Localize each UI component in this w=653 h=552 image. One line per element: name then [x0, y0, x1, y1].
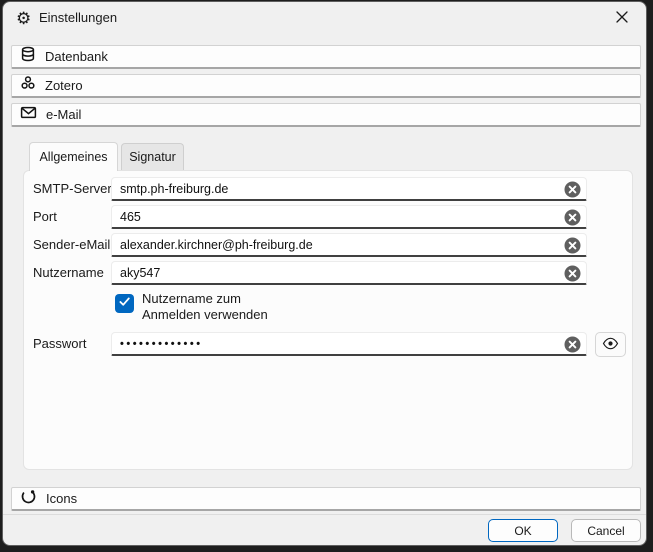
smtp-server-value: smtp.ph-freiburg.de: [120, 182, 228, 196]
gear-icon: ⚙: [16, 8, 31, 30]
title-bar[interactable]: ⚙ Einstellungen: [3, 2, 646, 38]
eye-icon: [602, 337, 619, 353]
dialog-title: Einstellungen: [39, 10, 117, 25]
passwort-input[interactable]: •••••••••••••: [111, 332, 587, 356]
section-header-datenbank[interactable]: Datenbank: [11, 45, 641, 69]
zotero-icon: [20, 75, 36, 96]
section-label: Zotero: [45, 78, 83, 93]
refresh-icon: [20, 488, 37, 510]
section-label: Icons: [46, 491, 77, 506]
screen: ⚙ Einstellungen Datenbank: [0, 0, 653, 552]
sender-email-value: alexander.kirchner@ph-freiburg.de: [120, 238, 313, 252]
show-password-button[interactable]: [595, 332, 626, 357]
close-icon: [615, 10, 629, 27]
use-username-checkbox-label: Nutzername zum Anmelden verwenden: [142, 291, 284, 323]
section-header-email[interactable]: e-Mail: [11, 103, 641, 127]
mail-icon: [20, 105, 37, 125]
nutzername-input[interactable]: aky547: [111, 261, 587, 285]
section-label: Datenbank: [45, 49, 108, 64]
section-header-zotero[interactable]: Zotero: [11, 74, 641, 98]
section-label: e-Mail: [46, 107, 81, 122]
footer-divider: [3, 514, 646, 515]
cancel-button[interactable]: Cancel: [571, 519, 641, 542]
clear-icon[interactable]: [564, 265, 581, 282]
tab-allgemeines[interactable]: Allgemeines: [29, 142, 118, 171]
ok-button[interactable]: OK: [488, 519, 558, 542]
tab-signatur[interactable]: Signatur: [121, 143, 184, 170]
port-label: Port: [33, 205, 57, 229]
clear-icon[interactable]: [564, 209, 581, 226]
clear-icon[interactable]: [564, 181, 581, 198]
settings-dialog: ⚙ Einstellungen Datenbank: [2, 1, 647, 546]
port-value: 465: [120, 210, 141, 224]
passwort-label: Passwort: [33, 332, 86, 356]
smtp-server-label: SMTP-Server: [33, 177, 112, 201]
sender-email-input[interactable]: alexander.kirchner@ph-freiburg.de: [111, 233, 587, 257]
checkmark-icon: [118, 295, 131, 313]
close-button[interactable]: [606, 6, 638, 30]
use-username-checkbox[interactable]: [115, 294, 134, 313]
clear-icon[interactable]: [564, 237, 581, 254]
clear-icon[interactable]: [564, 336, 581, 353]
smtp-server-input[interactable]: smtp.ph-freiburg.de: [111, 177, 587, 201]
database-icon: [20, 46, 36, 67]
sender-email-label: Sender-eMail: [33, 233, 110, 257]
port-input[interactable]: 465: [111, 205, 587, 229]
section-header-icons[interactable]: Icons: [11, 487, 641, 511]
nutzername-label: Nutzername: [33, 261, 104, 285]
passwort-masked-value: •••••••••••••: [120, 338, 203, 350]
nutzername-value: aky547: [120, 266, 160, 280]
